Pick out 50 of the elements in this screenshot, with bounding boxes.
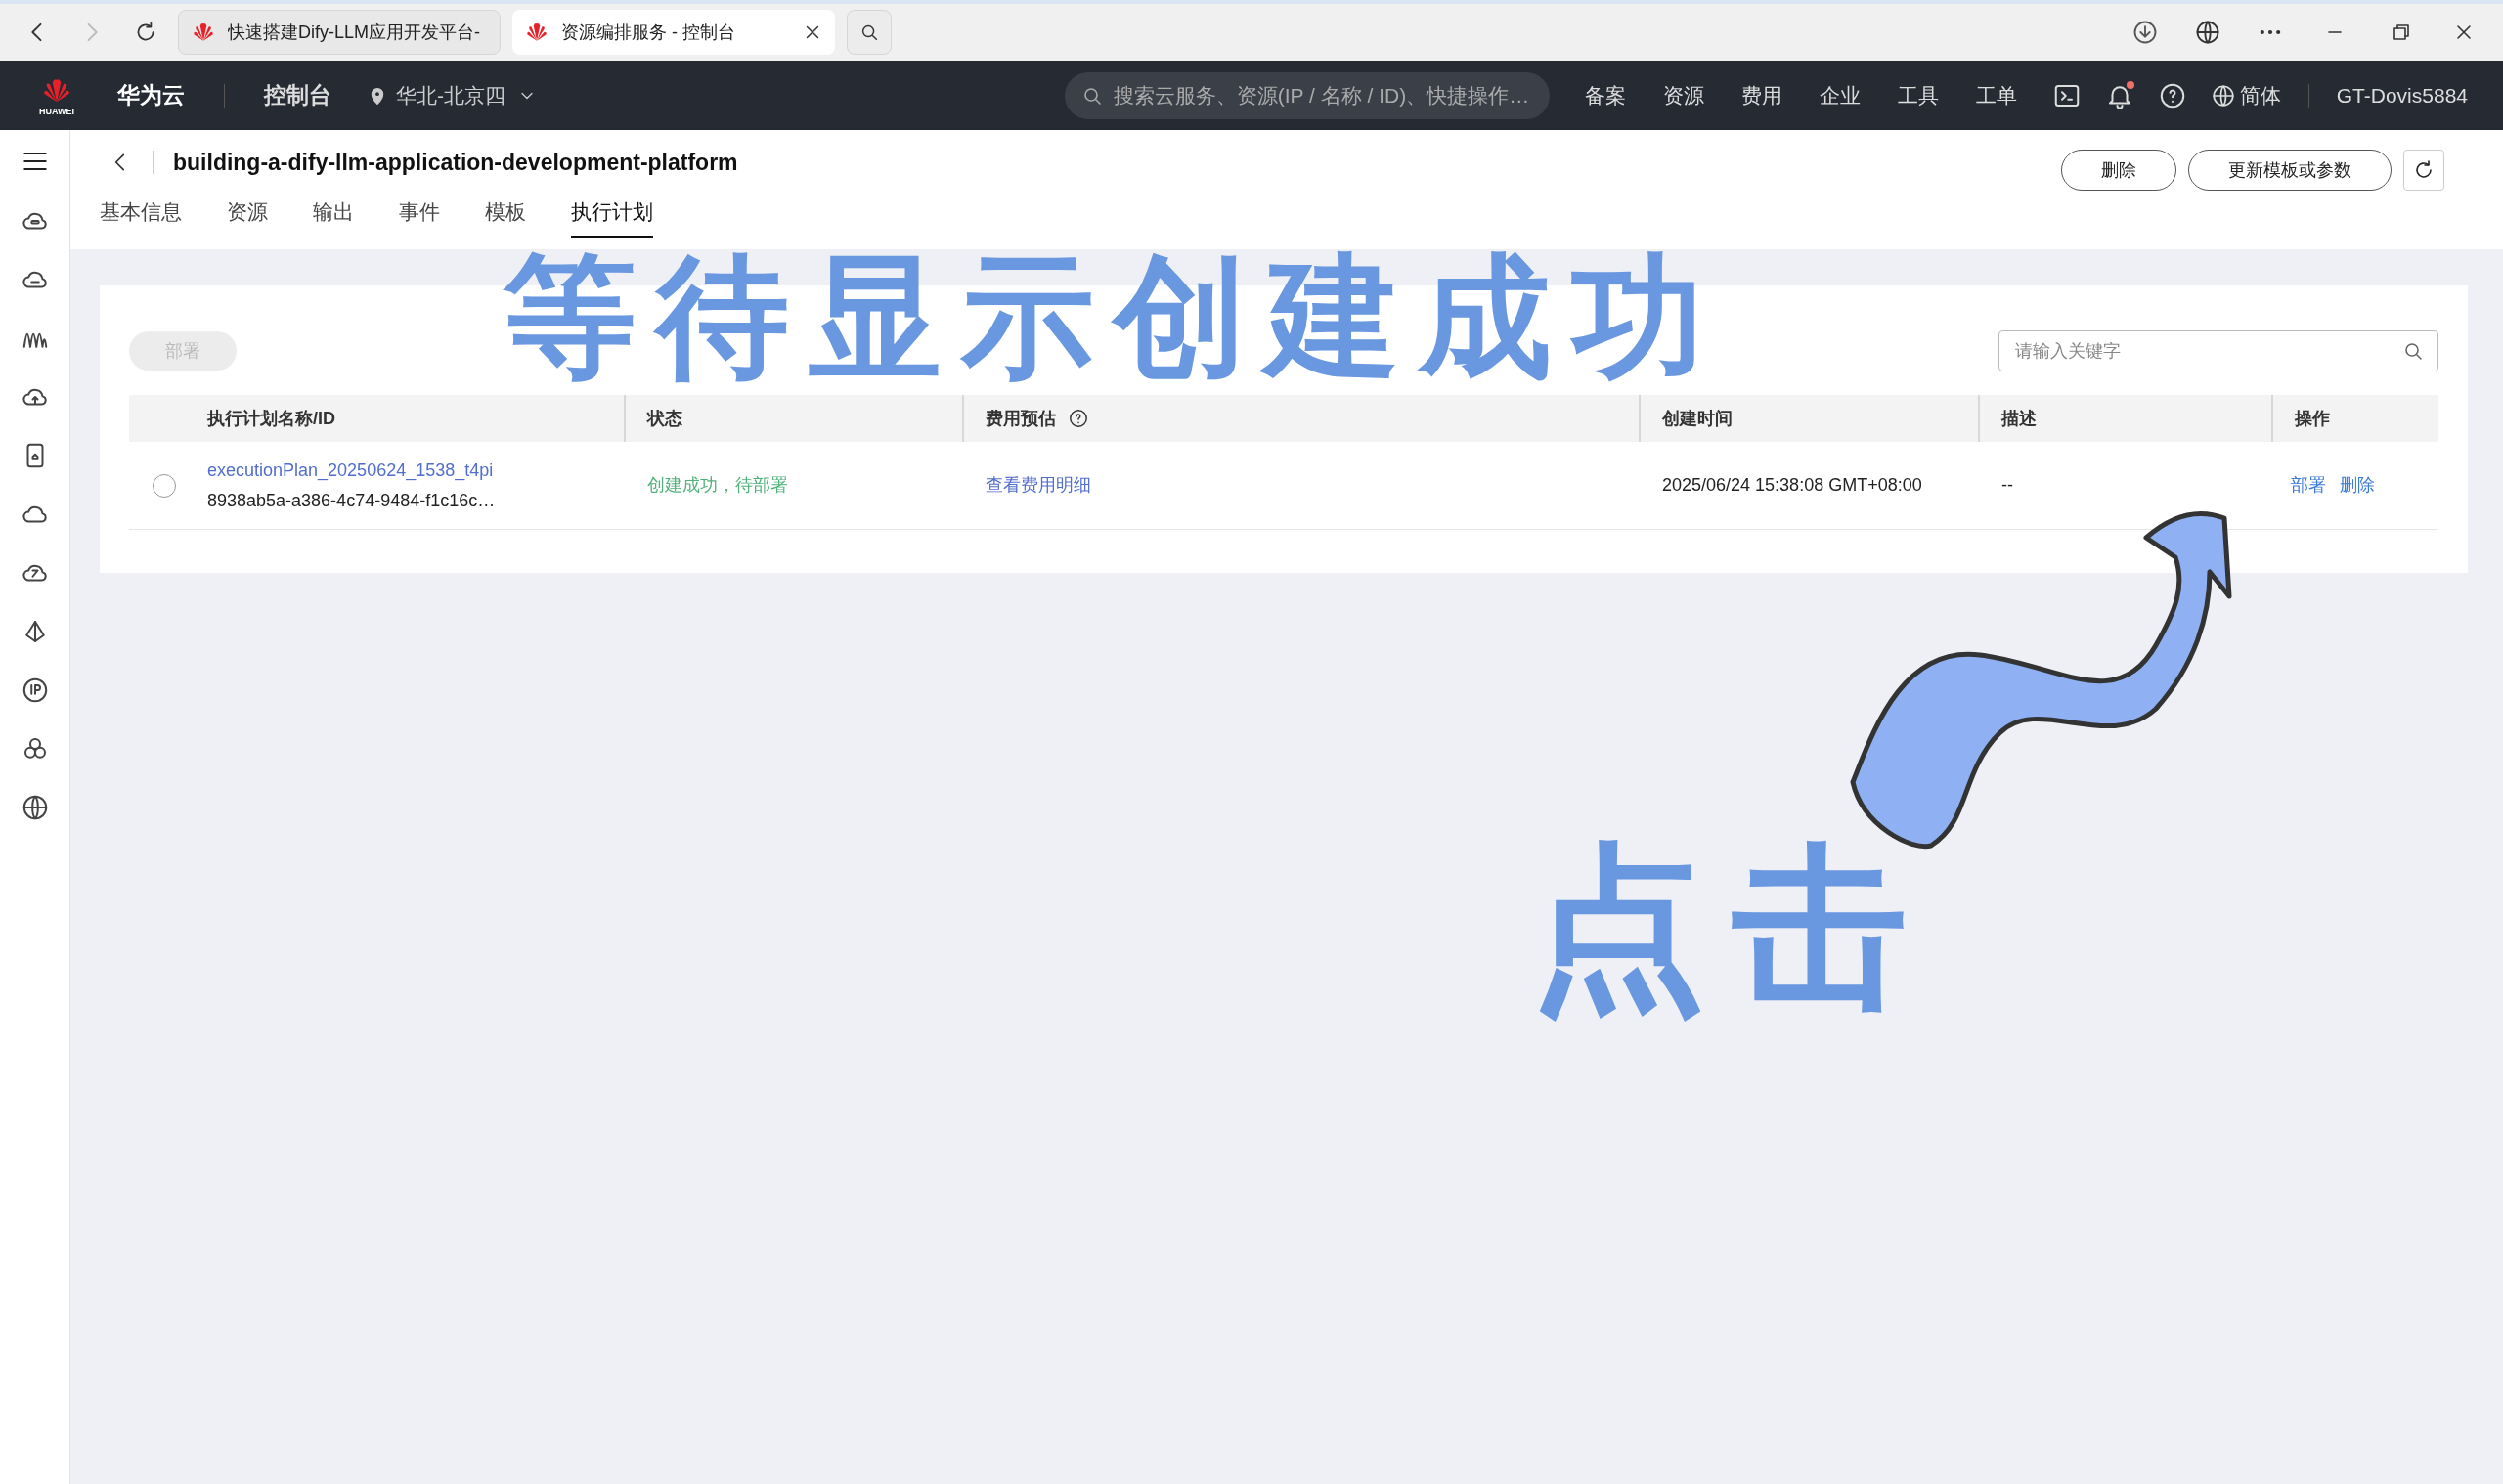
- column-header: 操作: [2295, 407, 2330, 430]
- page-tab[interactable]: 输出: [313, 196, 354, 238]
- column-header: 费用预估: [986, 407, 1056, 430]
- page-tab[interactable]: 资源: [227, 196, 268, 238]
- help-icon: [1068, 408, 1089, 429]
- page-tab[interactable]: 执行计划: [571, 196, 653, 238]
- plan-id: 8938ab5a-a386-4c74-9484-f1c16c…: [207, 489, 497, 512]
- console-link[interactable]: 控制台: [264, 78, 331, 112]
- action-link[interactable]: 删除: [2340, 472, 2375, 499]
- tab-title: 资源编排服务 - 控制台: [561, 21, 735, 44]
- language-selector[interactable]: 简体: [2210, 79, 2281, 111]
- page-tab[interactable]: 事件: [399, 196, 440, 238]
- refresh-button[interactable]: [2403, 150, 2444, 191]
- plan-name-link[interactable]: executionPlan_20250624_1538_t4pi: [207, 457, 624, 484]
- cost-detail-link[interactable]: 查看费用明细: [986, 475, 1091, 495]
- page-title: building-a-dify-llm-application-development-platform: [173, 148, 738, 177]
- annotation-text: 等待显示创建成功: [504, 244, 1724, 391]
- user-name[interactable]: GT-Dovis5884: [2336, 79, 2468, 111]
- header-button[interactable]: 更新模板或参数: [2188, 150, 2392, 191]
- nav-link[interactable]: 费用: [1740, 79, 1782, 111]
- region-selector[interactable]: 华北-北京四: [367, 79, 537, 111]
- search-button[interactable]: [847, 10, 892, 55]
- download-icon[interactable]: [2131, 19, 2159, 46]
- page-tab[interactable]: 基本信息: [100, 196, 182, 238]
- globe-icon: [2210, 82, 2236, 109]
- brand-name[interactable]: 华为云: [117, 78, 185, 112]
- huawei-logo[interactable]: HUAWEI: [35, 74, 78, 116]
- column-header: 执行计划名称/ID: [207, 407, 335, 430]
- logo-caption: HUAWEI: [39, 108, 74, 116]
- global-search-field[interactable]: 搜索云服务、资源(IP / 名称 / ID)、快捷操作…: [1064, 71, 1550, 119]
- search-field[interactable]: 请输入关键字: [1998, 330, 2438, 371]
- browser-tab[interactable]: 快速搭建Dify-LLM应用开发平台-: [178, 10, 501, 55]
- browser-tab[interactable]: 资源编排服务 - 控制台: [512, 10, 835, 55]
- action-link[interactable]: 部署: [2291, 472, 2326, 499]
- status-text: 创建成功，待部署: [647, 475, 788, 495]
- column-header: 描述: [2001, 407, 2037, 430]
- nav-link[interactable]: 资源: [1662, 79, 1704, 111]
- nav-link[interactable]: 备案: [1584, 79, 1626, 111]
- tab-title: 快速搭建Dify-LLM应用开发平台-: [228, 21, 480, 44]
- column-header: 创建时间: [1662, 407, 1733, 430]
- created-time: 2025/06/24 15:38:08 GMT+08:00: [1662, 475, 1922, 495]
- page-tab[interactable]: 模板: [485, 196, 526, 238]
- annotation-text: 点击: [1530, 831, 1933, 1025]
- description-text: --: [2001, 475, 2013, 495]
- globe-icon[interactable]: [2194, 19, 2221, 46]
- nav-link[interactable]: 企业: [1819, 79, 1861, 111]
- column-header: 状态: [647, 407, 682, 430]
- nav-link[interactable]: 工具: [1897, 79, 1939, 111]
- header-button[interactable]: 删除: [2061, 150, 2176, 191]
- nav-link[interactable]: 工单: [1975, 79, 2017, 111]
